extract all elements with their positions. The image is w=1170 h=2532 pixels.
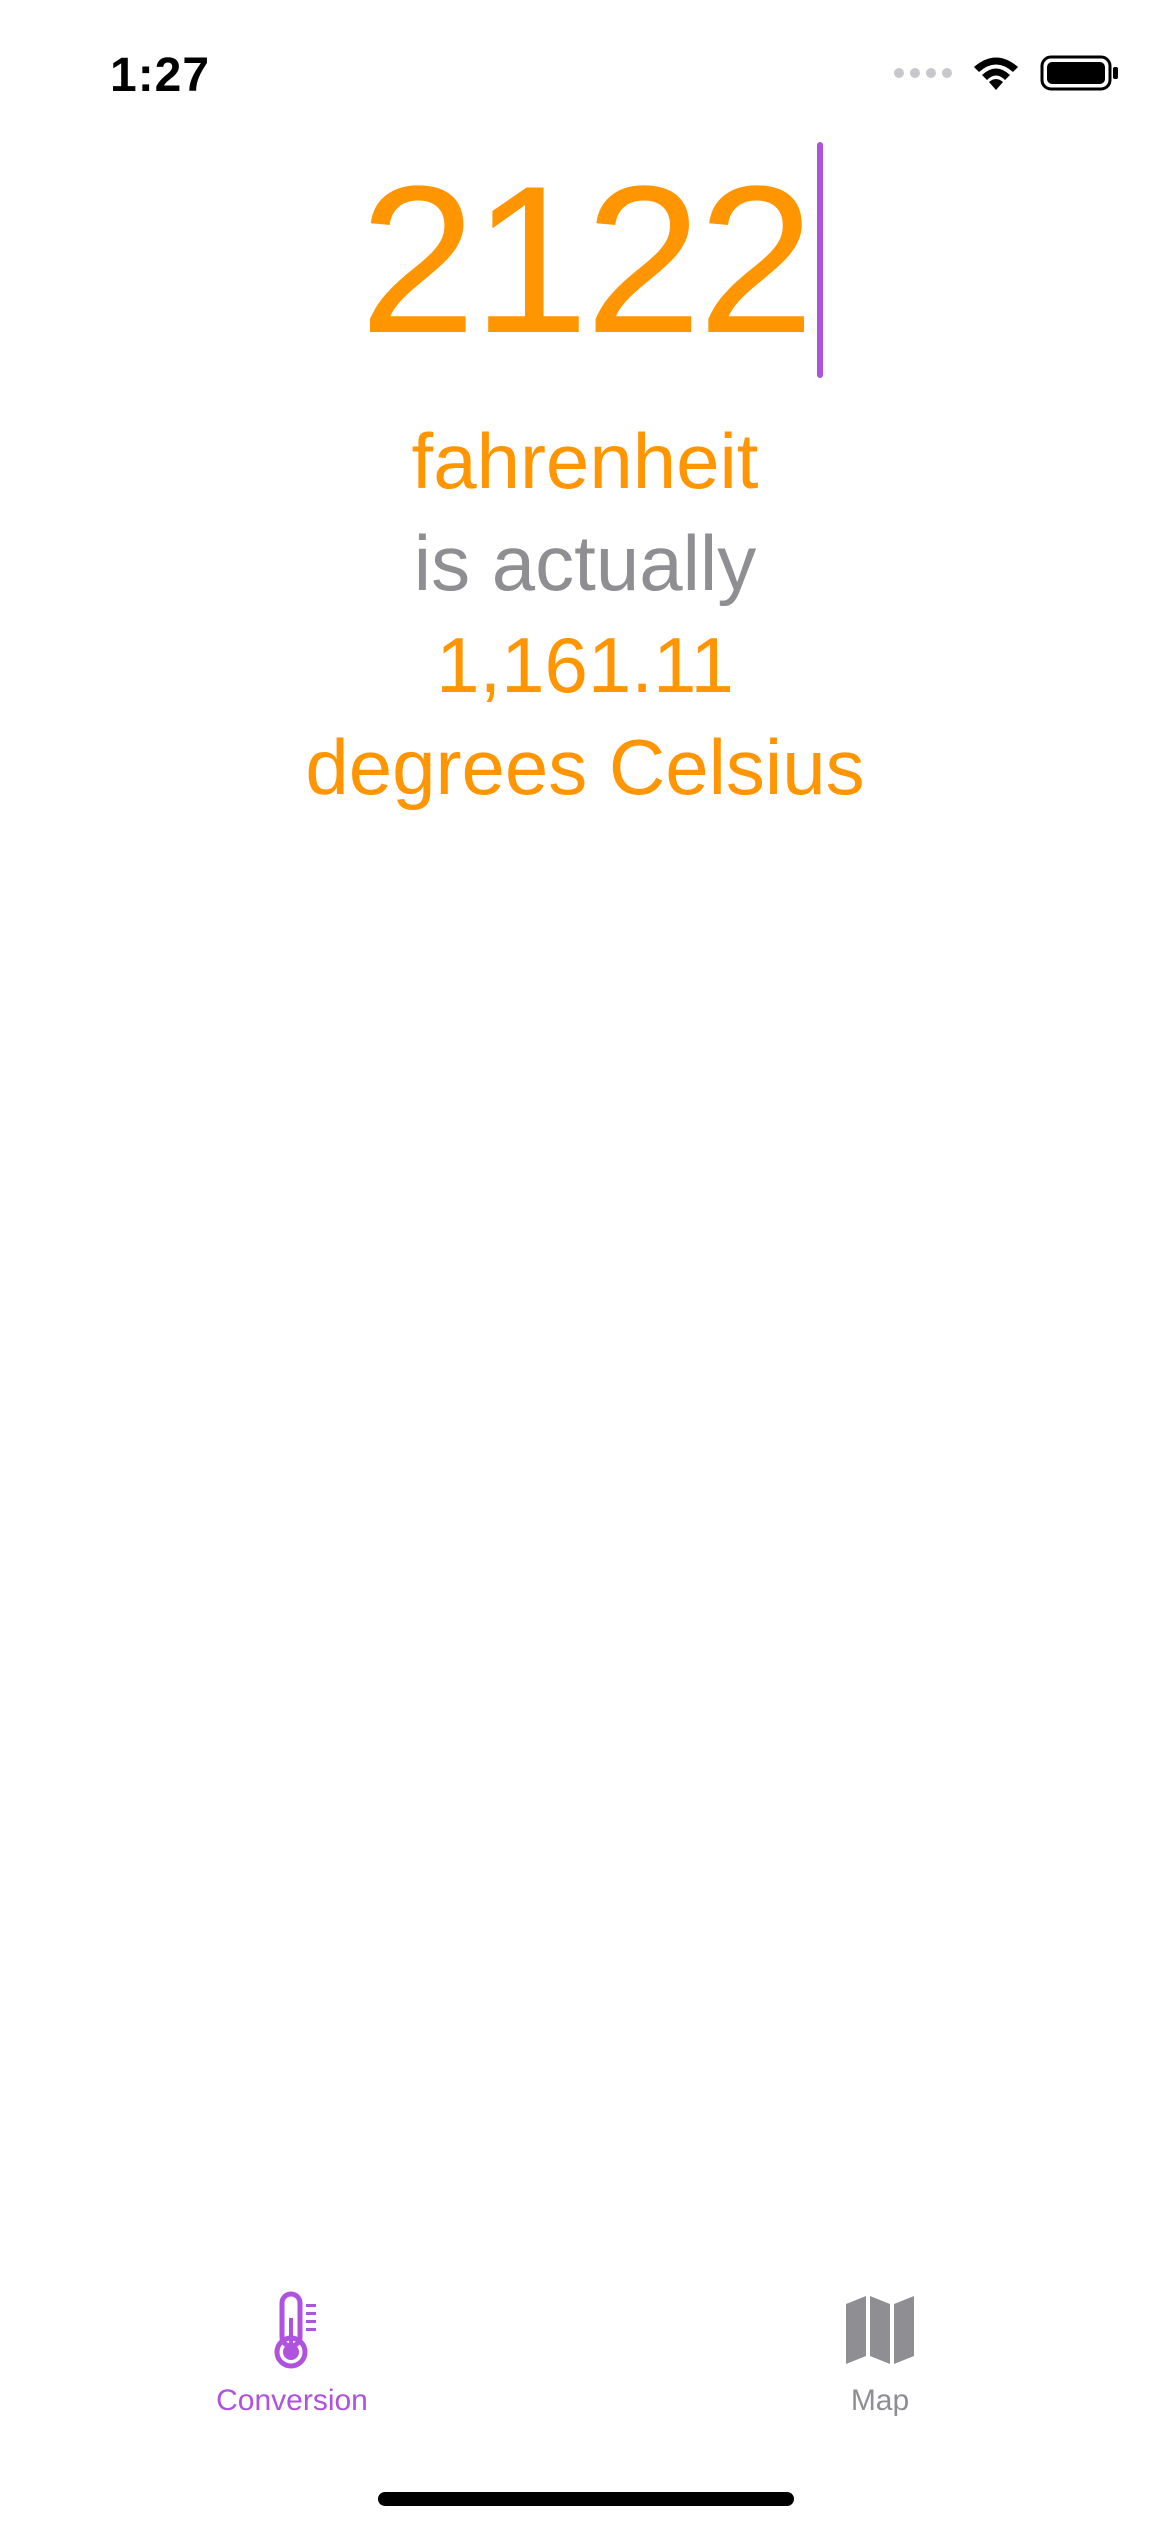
wifi-icon (974, 57, 1018, 90)
battery-icon (1040, 55, 1118, 91)
status-indicators (894, 54, 1120, 92)
result-unit-label: degrees Celsius (305, 723, 865, 811)
temperature-input-value[interactable]: 2122 (359, 142, 814, 377)
tab-conversion-label: Conversion (216, 2384, 368, 2417)
tab-bar: Conversion Map (0, 2290, 1170, 2450)
home-indicator[interactable] (378, 2492, 794, 2506)
temperature-input-container: 2122 (0, 140, 1170, 380)
cellular-signal-icon (894, 68, 952, 78)
temperature-input[interactable]: 2122 (359, 140, 823, 380)
map-icon (846, 2296, 914, 2364)
result-value: 1,161.11 (436, 621, 734, 709)
conversion-result: fahrenheit is actually 1,161.11 degrees … (0, 410, 1170, 818)
connector-label: is actually (413, 519, 757, 607)
tab-conversion[interactable]: Conversion (142, 2290, 442, 2418)
status-time: 1:27 (110, 49, 211, 102)
text-cursor (816, 142, 823, 378)
thermometer-icon (274, 2291, 316, 2369)
tab-map-label: Map (850, 2384, 910, 2417)
input-unit-label: fahrenheit (411, 417, 759, 505)
tab-map[interactable]: Map (730, 2290, 1030, 2418)
